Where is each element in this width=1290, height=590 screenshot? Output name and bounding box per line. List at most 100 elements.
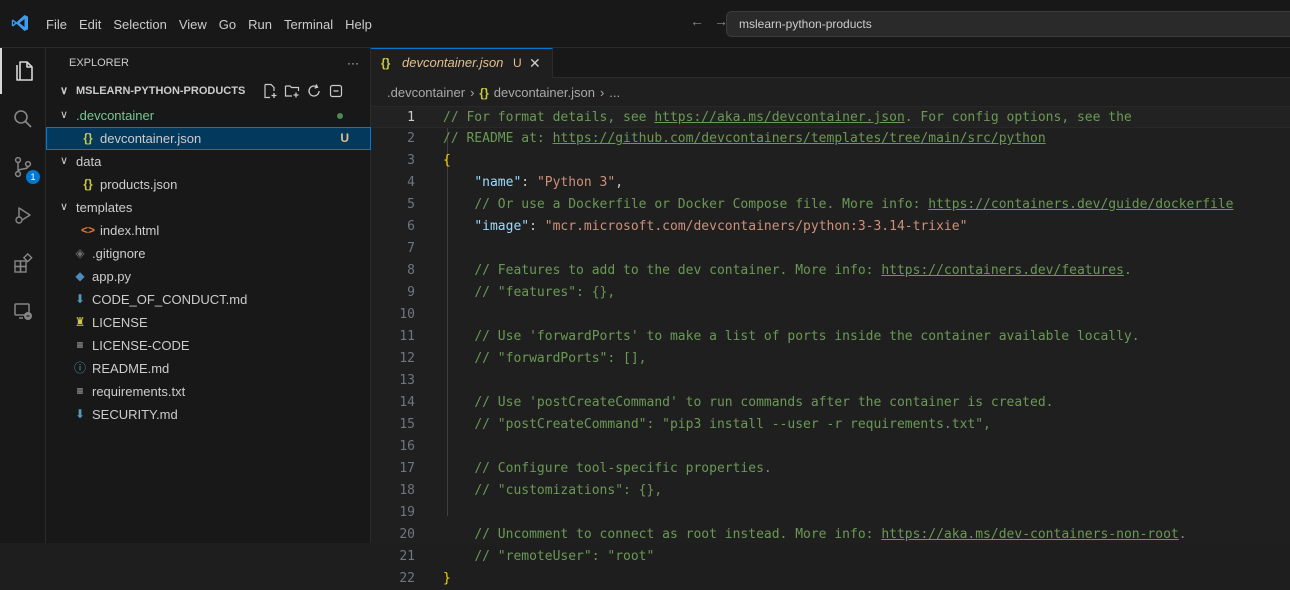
- tree-file[interactable]: {} products.json: [46, 173, 371, 196]
- tree-file[interactable]: ◆ app.py: [46, 265, 371, 288]
- menu-edit[interactable]: Edit: [79, 14, 101, 35]
- tree-folder[interactable]: ∨ templates: [46, 196, 371, 219]
- refresh-icon[interactable]: [306, 83, 322, 99]
- code-token: // Configure tool-specific properties.: [474, 461, 772, 476]
- line-number: 17: [399, 461, 415, 476]
- line-number: 13: [399, 373, 415, 388]
- run-debug-icon[interactable]: [0, 192, 46, 238]
- json-file-icon: {}: [381, 56, 391, 70]
- menu-go[interactable]: Go: [219, 14, 236, 35]
- code-link[interactable]: https://aka.ms/devcontainer.json: [654, 110, 904, 125]
- tree-folder[interactable]: ∨ .devcontainer: [46, 104, 371, 127]
- menu-view[interactable]: View: [179, 14, 207, 35]
- line-number: 9: [407, 285, 415, 300]
- tree-folder[interactable]: ∨ data: [46, 150, 371, 173]
- license-icon: ♜: [74, 315, 86, 329]
- tab-devcontainer-json[interactable]: {} devcontainer.json U ✕: [371, 48, 553, 78]
- json-file-icon: {}: [479, 86, 489, 100]
- code-line: 13: [371, 370, 1290, 392]
- json-file-icon: {}: [83, 177, 93, 191]
- code-token: "mcr.microsoft.com/devcontainers/python:…: [544, 219, 968, 234]
- chevron-down-icon: ∨: [60, 85, 69, 97]
- tree-file[interactable]: ⓘ README.md: [46, 357, 371, 380]
- tree-file[interactable]: ⬇ SECURITY.md: [46, 403, 371, 426]
- code-token: }: [443, 571, 451, 586]
- code-line: 7: [371, 238, 1290, 260]
- tree-item-label: SECURITY.md: [92, 407, 178, 422]
- code-token: :: [521, 175, 537, 190]
- extensions-icon[interactable]: [0, 240, 46, 286]
- code-text: "image": "mcr.microsoft.com/devcontainer…: [443, 216, 967, 238]
- code-token: // Use 'forwardPorts' to make a list of …: [474, 329, 1140, 344]
- code-editor[interactable]: 1 // For format details, see https://aka.…: [371, 106, 1290, 590]
- code-token: // "forwardPorts": [],: [474, 351, 647, 366]
- code-line: 5 // Or use a Dockerfile or Docker Compo…: [371, 194, 1290, 216]
- vscode-logo-icon[interactable]: [10, 13, 30, 33]
- breadcrumb-symbol[interactable]: ...: [609, 82, 620, 104]
- line-number: 4: [407, 175, 415, 190]
- menu-help[interactable]: Help: [345, 14, 372, 35]
- search-icon[interactable]: [0, 96, 46, 142]
- text-file-icon: ≡: [76, 338, 84, 352]
- tree-item-label: index.html: [100, 223, 160, 238]
- new-folder-icon[interactable]: [284, 83, 300, 99]
- workspace-title: MSLEARN-PYTHON-PRODUCTS: [76, 85, 246, 97]
- source-control-badge: 1: [26, 170, 40, 184]
- code-line: 8 // Features to add to the dev containe…: [371, 260, 1290, 282]
- chevron-right-icon: ›: [599, 85, 605, 100]
- title-bar: File Edit Selection View Go Run Terminal Help ←…: [0, 0, 1290, 48]
- code-token: "Python 3": [536, 175, 616, 190]
- tree-file[interactable]: ≡ requirements.txt: [46, 380, 371, 403]
- tree-file[interactable]: ♜ LICENSE: [46, 311, 371, 334]
- editor-tabs: {} devcontainer.json U ✕: [371, 48, 1290, 78]
- tree-file[interactable]: {} devcontainer.json U: [46, 127, 371, 150]
- line-number: 10: [399, 307, 415, 322]
- source-control-icon[interactable]: 1: [0, 144, 46, 190]
- breadcrumb-folder[interactable]: .devcontainer: [387, 82, 465, 104]
- close-icon[interactable]: ✕: [529, 49, 541, 77]
- command-center-search[interactable]: mslearn-python-products: [726, 11, 1290, 37]
- menu-file[interactable]: File: [46, 14, 67, 35]
- collapse-all-icon[interactable]: [328, 83, 344, 99]
- workspace-section-header[interactable]: ∨ MSLEARN-PYTHON-PRODUCTS: [46, 78, 371, 104]
- menu-terminal[interactable]: Terminal: [284, 14, 333, 35]
- code-link[interactable]: https://aka.ms/dev-containers-non-root: [881, 527, 1178, 542]
- back-arrow-icon[interactable]: ←: [690, 13, 704, 29]
- remote-explorer-icon[interactable]: [0, 288, 46, 334]
- code-line: 21 // "remoteUser": "root": [371, 546, 1290, 568]
- more-actions-icon[interactable]: ···: [347, 48, 359, 78]
- menu-selection[interactable]: Selection: [113, 14, 166, 35]
- code-text: // Configure tool-specific properties.: [443, 458, 772, 480]
- tree-file[interactable]: ⬇ CODE_OF_CONDUCT.md: [46, 288, 371, 311]
- code-token: "name": [474, 175, 522, 190]
- code-link[interactable]: https://containers.dev/guide/dockerfile: [928, 197, 1233, 212]
- code-line: 22}: [371, 568, 1290, 590]
- tree-file[interactable]: ≡ LICENSE-CODE: [46, 334, 371, 357]
- breadcrumb-file[interactable]: devcontainer.json: [494, 82, 595, 104]
- git-modified-dot: [337, 113, 343, 119]
- explorer-icon[interactable]: [0, 48, 46, 94]
- code-token: :: [529, 219, 545, 234]
- tree-item-label: LICENSE: [92, 315, 148, 330]
- code-link[interactable]: https://containers.dev/features: [881, 263, 1124, 278]
- line-number: 11: [399, 329, 415, 344]
- new-file-icon[interactable]: [262, 83, 278, 99]
- line-number: 18: [399, 483, 415, 498]
- tree-file[interactable]: ◈ .gitignore: [46, 242, 371, 265]
- code-text: // "forwardPorts": [],: [443, 348, 647, 370]
- markdown-file-icon: ⬇: [74, 292, 86, 306]
- code-token: .: [1123, 263, 1132, 278]
- editor-area: {} devcontainer.json U ✕ .devcontainer ›…: [371, 48, 1290, 586]
- code-token: // Or use a Dockerfile or Docker Compose…: [474, 197, 929, 212]
- code-link[interactable]: https://github.com/devcontainers/templat…: [553, 131, 1046, 146]
- line-number: 8: [407, 263, 415, 278]
- code-line: 14 // Use 'postCreateCommand' to run com…: [371, 392, 1290, 414]
- menu-run[interactable]: Run: [248, 14, 272, 35]
- code-token: // "postCreateCommand": "pip3 install --…: [474, 417, 991, 432]
- tree-file[interactable]: <> index.html: [46, 219, 371, 242]
